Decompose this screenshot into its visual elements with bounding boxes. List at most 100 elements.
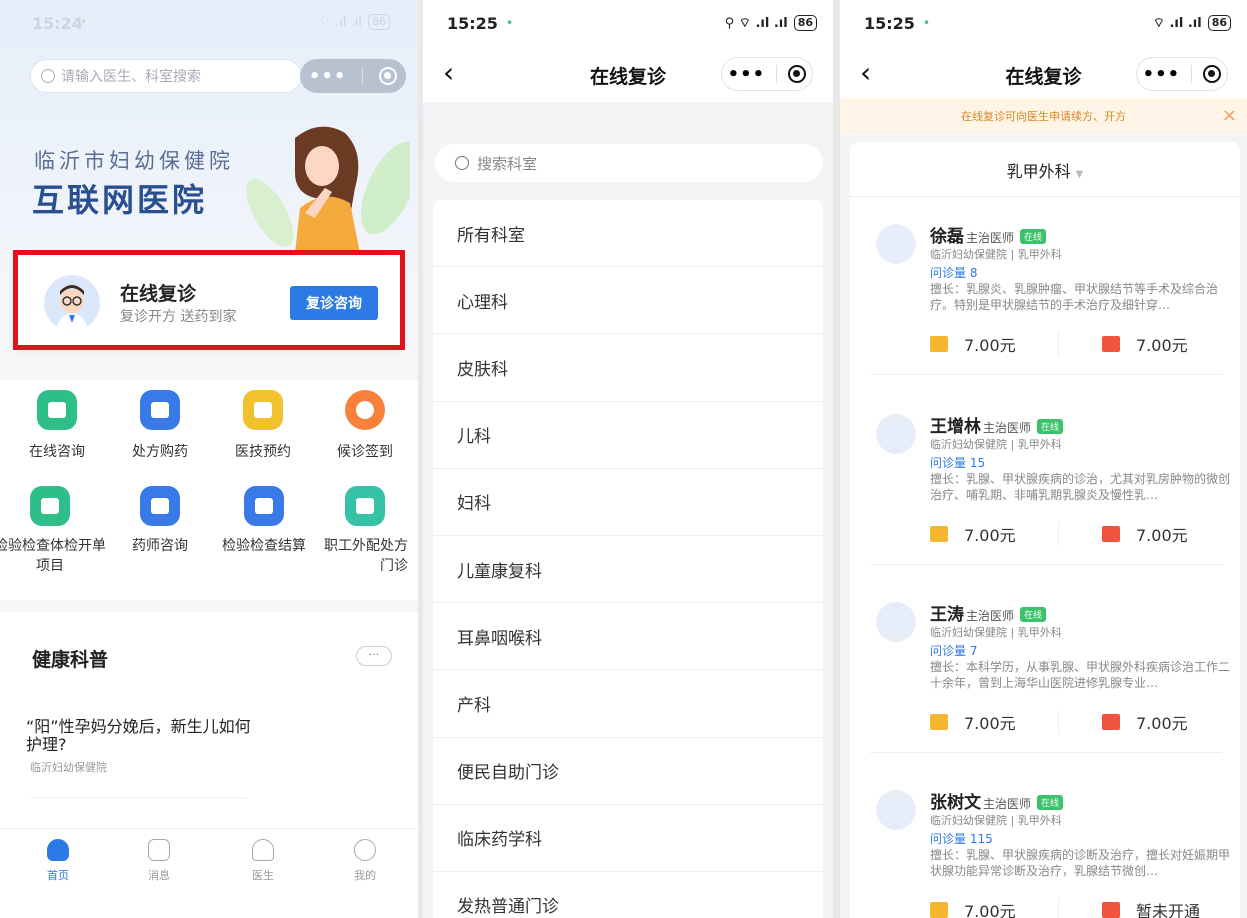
list-item[interactable]: 所有科室 — [433, 200, 823, 268]
doctor-list-card: 乳甲外科 ▼ 徐磊 主治医师 在线 临沂妇幼保健院 | 乳甲外科 问诊量 8 擅长：乳… — [850, 142, 1240, 918]
list-item[interactable]: 妇科 — [433, 469, 823, 536]
service-grid: 在线咨询 处方购药 医技预约 候诊签到 检验检查体检开单项目 药师咨询 检验检查… — [0, 380, 418, 600]
list-item[interactable]: 临床药学科 — [433, 805, 823, 872]
list-item[interactable]: 耳鼻咽喉科 — [433, 603, 823, 671]
mini-program-capsule[interactable]: ••• — [300, 59, 406, 93]
doctor-avatar — [876, 790, 916, 830]
status-bar: 15:25 • ⌔ .ıl .ıl 86 — [840, 0, 1247, 46]
service-external-prescription[interactable]: 职工外配处方门诊 — [312, 486, 418, 576]
department-screen: 15:25 • ⚲ ⌔ .ıl .ıl 86 ‹ 在线复诊 ••• 搜索科室 所有科… — [423, 0, 833, 918]
hospital-tagline: 互联网医院 — [32, 181, 208, 219]
service-online-consult[interactable]: 在线咨询 — [5, 390, 109, 462]
signal-icons: ⌔ .ıl .ıl 86 — [319, 14, 390, 30]
tab-home[interactable]: 首页 — [28, 839, 88, 883]
clipboard-icon — [30, 486, 70, 526]
signal-icons: ⚲ ⌔ .ıl .ıl 86 — [725, 15, 817, 31]
search-icon — [41, 69, 55, 83]
tab-doctors[interactable]: 医生 — [233, 839, 293, 883]
doctor-illustration-icon — [246, 126, 410, 253]
invoice-icon — [244, 486, 284, 526]
status-bar: 15:24 • ⌔ .ıl .ıl 86 — [0, 0, 418, 46]
image-consult-icon — [930, 336, 948, 352]
video-consult-icon — [1102, 714, 1120, 730]
article-source: 临沂妇幼保健院 — [30, 761, 107, 774]
health-education-section: 健康科普 ··· “阳”性孕妈分娩后，新生儿如何护理? 临沂妇幼保健院 — [0, 612, 418, 828]
more-button[interactable]: ··· — [356, 646, 392, 666]
doctor-name: 徐磊 — [930, 227, 964, 247]
close-target-icon[interactable] — [788, 65, 807, 83]
tab-bar: 首页 消息 医生 我的 — [0, 828, 418, 918]
chat-icon — [37, 390, 77, 430]
service-prescription[interactable]: 处方购药 — [108, 390, 212, 462]
message-icon — [148, 839, 170, 861]
list-item[interactable]: 皮肤科 — [433, 334, 823, 402]
prescription-icon — [140, 390, 180, 430]
image-consult-price[interactable]: 7.00元 — [930, 898, 1016, 918]
notice-banner: 在线复诊可向医生申请续方、开方 × — [840, 98, 1247, 134]
close-target-icon[interactable] — [379, 67, 398, 85]
more-icon[interactable]: ••• — [728, 64, 766, 85]
list-item[interactable]: 发热普通门诊 — [433, 872, 823, 918]
search-icon — [455, 156, 469, 170]
doctor-item[interactable]: 徐磊 主治医师 在线 临沂妇幼保健院 | 乳甲外科 问诊量 8 擅长：乳腺炎、乳腺肿… — [870, 210, 1230, 390]
list-item[interactable]: 儿童康复科 — [433, 536, 823, 604]
mini-program-capsule[interactable]: ••• — [721, 57, 813, 91]
service-pharmacist[interactable]: 药师咨询 — [108, 486, 212, 556]
doctor-list-screen: 15:25 • ⌔ .ıl .ıl 86 ‹ 在线复诊 ••• 在线复诊可向医生申请… — [840, 0, 1247, 918]
more-icon[interactable]: ••• — [309, 66, 347, 87]
department-list: 所有科室 心理科 皮肤科 儿科 妇科 儿童康复科 耳鼻咽喉科 产科 便民自助门诊… — [433, 200, 823, 918]
chevron-down-icon: ▼ — [1075, 169, 1084, 180]
video-consult-price[interactable]: 7.00元 — [1102, 522, 1188, 546]
close-icon[interactable]: × — [1222, 105, 1237, 126]
list-item[interactable]: 儿科 — [433, 402, 823, 469]
list-item[interactable]: 心理科 — [433, 267, 823, 335]
section-title: 健康科普 — [32, 649, 109, 671]
online-badge: 在线 — [1037, 419, 1064, 434]
nav-bar: ‹ 在线复诊 ••• — [423, 46, 833, 102]
service-lab-order[interactable]: 检验检查体检开单项目 — [0, 486, 106, 576]
video-consult-price[interactable]: 7.00元 — [1102, 332, 1188, 356]
image-consult-icon — [930, 526, 948, 542]
online-badge: 在线 — [1037, 795, 1064, 810]
image-consult-price[interactable]: 7.00元 — [930, 332, 1016, 356]
highlight-box — [13, 250, 405, 350]
video-consult-icon — [1102, 526, 1120, 542]
doctor-item[interactable]: 王增林 主治医师 在线 临沂妇幼保健院 | 乳甲外科 问诊量 15 擅长：乳腺、甲状… — [870, 400, 1230, 580]
doctor-avatar — [876, 602, 916, 642]
more-icon[interactable]: ••• — [1143, 64, 1181, 85]
video-consult-price[interactable]: 暂未开通 — [1102, 898, 1200, 918]
service-lab-settlement[interactable]: 检验检查结算 — [208, 486, 320, 556]
image-consult-price[interactable]: 7.00元 — [930, 522, 1016, 546]
doctor-avatar — [876, 224, 916, 264]
article-title[interactable]: “阳”性孕妈分娩后，新生儿如何护理? — [26, 718, 266, 754]
doctor-icon — [252, 839, 274, 861]
clock-icon — [345, 390, 385, 430]
video-consult-icon — [1102, 336, 1120, 352]
department-search-input[interactable]: 搜索科室 — [435, 144, 823, 182]
mini-program-capsule[interactable]: ••• — [1136, 57, 1228, 91]
hospital-name: 临沂市妇幼保健院 — [34, 149, 234, 173]
service-appointment[interactable]: 医技预约 — [211, 390, 315, 462]
tab-messages[interactable]: 消息 — [129, 839, 189, 883]
medicine-bottle-icon — [345, 486, 385, 526]
doctor-avatar — [876, 414, 916, 454]
image-consult-icon — [930, 902, 948, 918]
online-badge: 在线 — [1020, 607, 1047, 622]
tab-profile[interactable]: 我的 — [335, 839, 395, 883]
doctor-item[interactable]: 王涛 主治医师 在线 临沂妇幼保健院 | 乳甲外科 问诊量 7 擅长：本科学历，从事… — [870, 588, 1230, 768]
close-target-icon[interactable] — [1203, 65, 1222, 83]
online-badge: 在线 — [1020, 229, 1047, 244]
department-dropdown[interactable]: 乳甲外科 ▼ — [850, 158, 1240, 182]
list-item[interactable]: 产科 — [433, 670, 823, 738]
image-consult-price[interactable]: 7.00元 — [930, 710, 1016, 734]
calendar-icon — [243, 390, 283, 430]
signal-icons: ⌔ .ıl .ıl 86 — [1153, 15, 1231, 31]
list-item[interactable]: 便民自助门诊 — [433, 738, 823, 805]
video-consult-icon — [1102, 902, 1120, 918]
video-consult-price[interactable]: 7.00元 — [1102, 710, 1188, 734]
service-checkin[interactable]: 候诊签到 — [313, 390, 417, 462]
search-input[interactable]: 请输入医生、科室搜索 — [30, 59, 302, 93]
doctor-name: 王增林 — [930, 417, 981, 437]
doctor-item[interactable]: 张树文 主治医师 在线 临沂妇幼保健院 | 乳甲外科 问诊量 115 擅长：乳腺、甲… — [870, 776, 1230, 918]
home-screen: 15:24 • ⌔ .ıl .ıl 86 请输入医生、科室搜索 ••• 临沂市妇幼… — [0, 0, 418, 918]
